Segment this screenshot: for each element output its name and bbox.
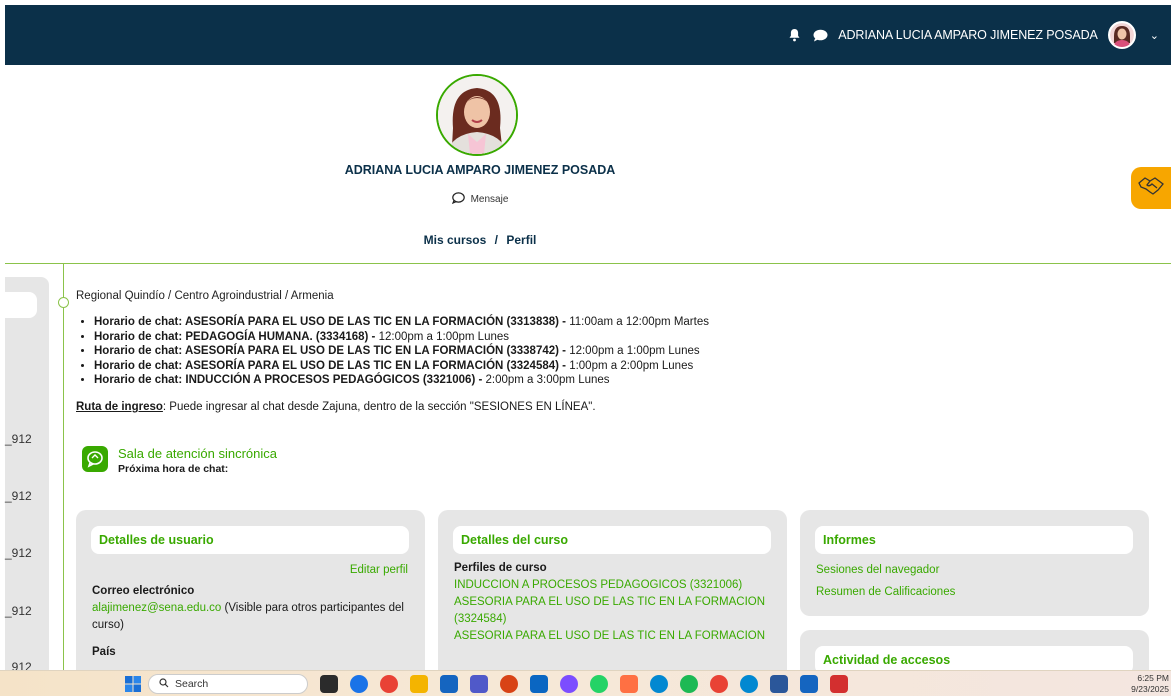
card-title: Detalles del curso: [453, 526, 771, 554]
chrome-icon[interactable]: [380, 675, 398, 693]
windows-start-icon[interactable]: [124, 675, 142, 693]
browser-sessions-link[interactable]: Sesiones del navegador: [816, 562, 955, 579]
list-item: Horario de chat: ASESORÍA PARA EL USO DE…: [94, 359, 1156, 374]
avatar[interactable]: [1107, 21, 1136, 49]
profile-name: ADRIANA LUCIA AMPARO JIMENEZ POSADA: [344, 163, 616, 177]
course-profiles-label: Perfiles de curso: [454, 562, 547, 574]
message-label: Mensaje: [470, 194, 509, 205]
chat-room-icon[interactable]: [82, 446, 108, 472]
edge-icon[interactable]: [650, 675, 668, 693]
course-link[interactable]: ASESORIA PARA EL USO DE LAS TIC EN LA FO…: [454, 628, 772, 645]
course-link[interactable]: INDUCCION A PROCESOS PEDAGOGICOS (332100…: [454, 577, 772, 594]
edge-icon[interactable]: [740, 675, 758, 693]
taskbar-search[interactable]: Search: [148, 674, 308, 694]
store-icon[interactable]: [440, 675, 458, 693]
course-link[interactable]: ASESORIA PARA EL USO DE LAS TIC EN LA FO…: [454, 594, 772, 628]
header-user-name[interactable]: ADRIANA LUCIA AMPARO JIMENEZ POSADA: [838, 28, 1098, 42]
sidebar-item[interactable]: _912: [5, 546, 32, 560]
profile-picture: [436, 74, 518, 156]
next-chat-label: Próxima hora de chat:: [118, 463, 229, 475]
list-item: Horario de chat: ASESORÍA PARA EL USO DE…: [94, 344, 1156, 359]
app-icon[interactable]: [620, 675, 638, 693]
main-content: Regional Quindío / Centro Agroindustrial…: [76, 290, 1156, 475]
bell-icon[interactable]: [786, 27, 802, 43]
list-item: Horario de chat: ASESORÍA PARA EL USO DE…: [94, 315, 1156, 330]
word-icon[interactable]: [770, 675, 788, 693]
app-icon[interactable]: [500, 675, 518, 693]
region-text: Regional Quindío / Centro Agroindustrial…: [76, 290, 334, 302]
card-title: Informes: [815, 526, 1133, 554]
email-link[interactable]: alajimenez@sena.edu.co: [92, 602, 221, 614]
list-item: Horario de chat: INDUCCIÓN A PROCESOS PE…: [94, 373, 1156, 388]
os-taskbar: Search 6:25 PM 9/23/2025: [0, 670, 1171, 696]
handshake-icon: [1138, 175, 1164, 202]
reports-card: Informes Sesiones del navegador Resumen …: [800, 510, 1149, 616]
card-title: Detalles de usuario: [91, 526, 409, 554]
course-profiles: Perfiles de curso INDUCCION A PROCESOS P…: [454, 560, 772, 645]
breadcrumb-my-courses[interactable]: Mis cursos: [424, 233, 487, 247]
course-details-card: Detalles del curso Perfiles de curso IND…: [438, 510, 787, 680]
list-item: Horario de chat: PEDAGOGÍA HUMANA. (3334…: [94, 330, 1156, 345]
message-button[interactable]: Mensaje: [0, 192, 960, 207]
email-section: Correo electrónico alajimenez@sena.edu.c…: [92, 583, 410, 661]
chevron-down-icon[interactable]: ⌄: [1150, 29, 1159, 42]
timeline-line: [63, 263, 64, 683]
reports-links: Sesiones del navegador Resumen de Califi…: [816, 562, 955, 601]
system-clock[interactable]: 6:25 PM 9/23/2025: [1131, 673, 1169, 695]
sync-room: Sala de atención sincrónica Próxima hora…: [82, 446, 277, 475]
search-icon: [159, 677, 169, 691]
chat-bubble-icon[interactable]: [812, 27, 828, 43]
chrome-icon[interactable]: [710, 675, 728, 693]
divider: [5, 263, 1171, 264]
user-menu[interactable]: ADRIANA LUCIA AMPARO JIMENEZ POSADA ⌄: [786, 5, 1159, 65]
whatsapp-icon[interactable]: [590, 675, 608, 693]
breadcrumb: Mis cursos / Perfil: [0, 233, 960, 247]
country-label: País: [92, 646, 116, 658]
app-icon[interactable]: [350, 675, 368, 693]
timeline-dot: [58, 297, 69, 308]
handshake-button[interactable]: [1131, 167, 1171, 209]
sidebar-item[interactable]: _912: [5, 432, 32, 446]
breadcrumb-profile[interactable]: Perfil: [506, 233, 536, 247]
email-label: Correo electrónico: [92, 585, 195, 597]
entry-route: Ruta de ingreso: Puede ingresar al chat …: [76, 400, 596, 413]
sidebar-item[interactable]: _912: [5, 489, 32, 503]
teams-icon[interactable]: [470, 675, 488, 693]
sidebar-search[interactable]: [5, 292, 37, 318]
message-bubble-icon: [451, 192, 465, 207]
file-explorer-icon[interactable]: [410, 675, 428, 693]
task-view-icon[interactable]: [320, 675, 338, 693]
acrobat-icon[interactable]: [830, 675, 848, 693]
linkedin-icon[interactable]: [530, 675, 548, 693]
breadcrumb-separator: /: [494, 233, 499, 247]
top-navbar: ADRIANA LUCIA AMPARO JIMENEZ POSADA ⌄: [5, 5, 1171, 65]
sidebar-item[interactable]: _912: [5, 660, 32, 670]
grades-summary-link[interactable]: Resumen de Calificaciones: [816, 584, 955, 601]
chat-schedule-list: Horario de chat: ASESORÍA PARA EL USO DE…: [94, 315, 1156, 388]
edit-profile-link[interactable]: Editar perfil: [350, 562, 408, 579]
sync-room-link[interactable]: Sala de atención sincrónica: [118, 446, 277, 461]
email-value: alajimenez@sena.edu.co (Visible para otr…: [92, 602, 404, 631]
search-placeholder: Search: [175, 678, 209, 690]
app-icon[interactable]: [560, 675, 578, 693]
sidebar-item[interactable]: _912: [5, 604, 32, 618]
app-icon[interactable]: [800, 675, 818, 693]
user-details-card: Detalles de usuario Editar perfil Correo…: [76, 510, 425, 680]
spotify-icon[interactable]: [680, 675, 698, 693]
